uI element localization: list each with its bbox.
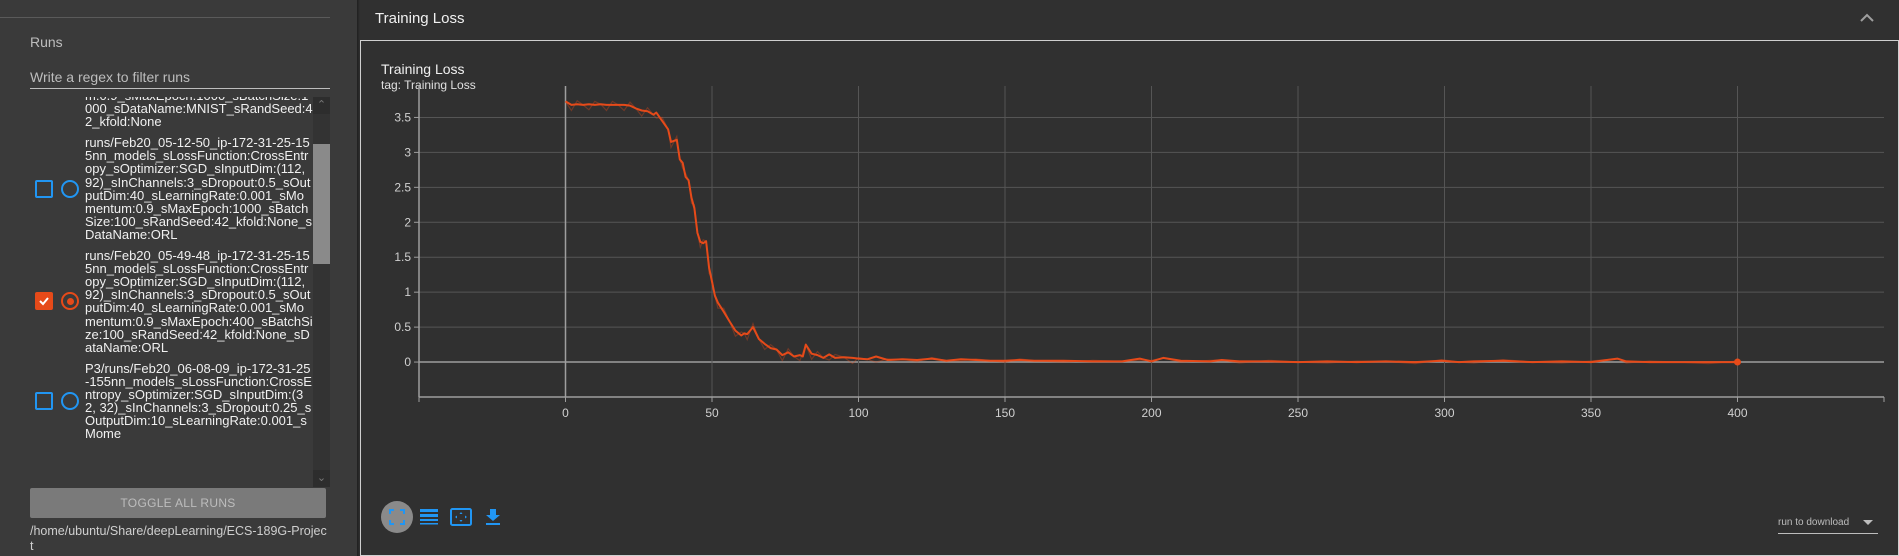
- chevron-up-icon[interactable]: [1857, 8, 1877, 28]
- zoom-to-fit-icon: [450, 508, 472, 526]
- y-tick-label: 1.5: [394, 250, 411, 264]
- run-label: runs/Feb20_05-12-50_ip-172-31-25-155nn_m…: [85, 135, 312, 242]
- x-tick-label: 50: [705, 406, 719, 420]
- x-tick-label: 300: [1434, 406, 1454, 420]
- x-tick-label: 350: [1581, 406, 1601, 420]
- run-to-download-select[interactable]: run to download: [1778, 511, 1878, 534]
- checkmark-icon: [39, 297, 49, 306]
- y-tick-label: 1: [404, 285, 411, 299]
- y-tick-label: 0: [404, 355, 411, 369]
- x-tick-label: 100: [848, 406, 868, 420]
- series-last-point: [1734, 358, 1741, 366]
- run-controls: [30, 292, 85, 311]
- download-icon: [486, 509, 500, 525]
- runs-title: Runs: [30, 34, 63, 50]
- log-scale-icon: [420, 509, 438, 525]
- x-tick-label: 150: [995, 406, 1015, 420]
- scroll-up-icon[interactable]: ⌃: [313, 97, 330, 114]
- run-radio[interactable]: [61, 292, 79, 311]
- run-to-download-label: run to download: [1778, 516, 1850, 528]
- scroll-down-icon[interactable]: ⌄: [313, 470, 330, 487]
- download-button[interactable]: [477, 501, 509, 533]
- run-item[interactable]: m:0.9_sMaxEpoch:1000_sBatchSize:1000_sDa…: [30, 97, 313, 136]
- run-checkbox[interactable]: [35, 179, 53, 198]
- y-tick-label: 3: [404, 145, 411, 159]
- x-tick-label: 0: [562, 406, 569, 420]
- run-item[interactable]: runs/Feb20_05-49-48_ip-172-31-25-155nn_m…: [30, 249, 313, 362]
- toggle-all-runs-button[interactable]: Toggle all runs: [30, 488, 326, 518]
- y-tick-label: 2: [404, 215, 411, 229]
- sidebar-divider: [0, 17, 330, 18]
- chart-card: Training Loss tag: Training Loss 0 0.5 1 1.…: [360, 40, 1899, 556]
- run-label: runs/Feb20_05-49-48_ip-172-31-25-155nn_m…: [85, 248, 313, 355]
- section-header[interactable]: Training Loss: [360, 0, 1899, 40]
- sidebar: Runs m:0.9_sMaxEpoch:1000_sBatchSize:100…: [0, 0, 357, 556]
- run-radio[interactable]: [61, 392, 79, 411]
- chart-toolbar: [381, 501, 509, 533]
- y-tick-label: 0.5: [394, 320, 411, 334]
- radio-dot: [66, 297, 74, 305]
- run-item[interactable]: runs/Feb20_05-12-50_ip-172-31-25-155nn_m…: [30, 136, 313, 249]
- scrollbar-thumb[interactable]: [313, 144, 330, 264]
- run-item[interactable]: P3/runs/Feb20_06-08-09_ip-172-31-25-155n…: [30, 362, 313, 449]
- run-controls: [30, 179, 85, 198]
- fit-domain-button[interactable]: [381, 501, 413, 533]
- run-checkbox[interactable]: [35, 392, 53, 411]
- run-controls: [30, 392, 85, 411]
- y-tick-label: 3.5: [394, 110, 411, 124]
- run-filter-input[interactable]: [30, 66, 330, 89]
- run-radio[interactable]: [61, 179, 79, 198]
- run-label: P3/runs/Feb20_06-08-09_ip-172-31-25-155n…: [85, 360, 312, 442]
- run-list-scrollbar[interactable]: ⌃ ⌄: [313, 97, 330, 487]
- caret-down-icon: [1863, 519, 1873, 525]
- main-panel: Training Loss Training Loss tag: Trainin…: [360, 0, 1899, 556]
- x-tick-label: 400: [1727, 406, 1747, 420]
- log-scale-button[interactable]: [413, 501, 445, 533]
- fit-domain-icon: [389, 509, 405, 525]
- run-checkbox[interactable]: [35, 292, 53, 311]
- loss-chart[interactable]: 0 0.5 1 1.5 2 2.5 3 3.5 0 50 100 150 200 250 300 350 400: [361, 41, 1898, 555]
- run-label: m:0.9_sMaxEpoch:1000_sBatchSize:1000_sDa…: [85, 97, 313, 130]
- run-list: m:0.9_sMaxEpoch:1000_sBatchSize:1000_sDa…: [30, 97, 330, 487]
- x-tick-label: 200: [1141, 406, 1161, 420]
- logdir-path: /home/ubuntu/Share/deepLearning/ECS-189G…: [30, 524, 327, 553]
- section-title: Training Loss: [375, 10, 465, 27]
- zoom-to-fit-button[interactable]: [445, 501, 477, 533]
- y-tick-label: 2.5: [394, 180, 411, 194]
- x-tick-label: 250: [1288, 406, 1308, 420]
